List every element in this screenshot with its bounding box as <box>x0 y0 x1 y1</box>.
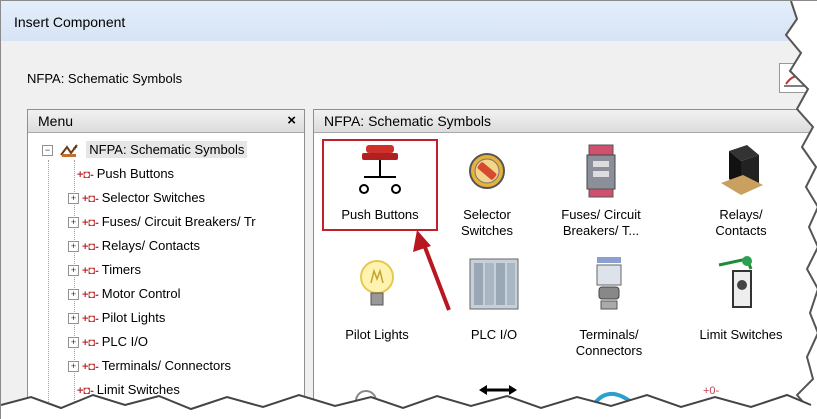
title-bar: Insert Component <box>1 1 817 41</box>
expand-icon[interactable]: + <box>68 361 79 373</box>
fuse-breaker-icon <box>586 144 616 198</box>
symbol-caption: PLC I/O <box>470 327 518 342</box>
close-icon[interactable]: × <box>287 112 296 129</box>
tree-guide-line <box>48 160 49 419</box>
symbol-caption: Fuses/ Circuit <box>561 207 641 222</box>
symbol-caption-line2: Connectors <box>575 343 643 358</box>
tree-item-label: Relays/ Contacts <box>101 238 200 253</box>
symbol-caption: Pilot Lights <box>345 327 409 342</box>
symbol-caption: Selector <box>463 207 511 222</box>
symbol-icon: +◘- <box>82 361 99 373</box>
motor-control-icon <box>355 390 377 412</box>
expand-icon[interactable]: + <box>68 241 79 253</box>
tree-item-label: Pilot Lights <box>101 310 166 325</box>
symbol-icon: +◘- <box>82 313 99 325</box>
relay-icon <box>721 145 763 195</box>
tree-root-label: NFPA: Schematic Symbols <box>86 141 248 158</box>
symbol-icon: +◘- <box>82 193 99 205</box>
tree-item-label: PLC I/O <box>101 334 148 349</box>
insert-component-dialog: Insert Component NFPA: Schematic Symbols… <box>0 0 817 419</box>
pilot-light-icon <box>360 260 394 306</box>
expand-icon[interactable]: + <box>68 337 79 349</box>
symbol-icon: +◘- <box>82 241 99 253</box>
tree-item-pilot-lights[interactable]: + +◘- Pilot Lights <box>68 310 165 328</box>
expand-icon[interactable]: + <box>68 265 79 277</box>
tree-item-fuses[interactable]: + +◘- Fuses/ Circuit Breakers/ Tr <box>68 214 256 232</box>
tree-item-motor-control[interactable]: + +◘- Motor Control <box>68 286 180 304</box>
expand-icon[interactable]: + <box>68 193 79 205</box>
schematic-library-icon: + <box>59 143 78 157</box>
tree-item-terminals[interactable]: + +◘- Terminals/ Connectors <box>68 358 231 376</box>
tree-item-label: Motor Control <box>101 286 181 301</box>
tree-item-label: Fuses/ Circuit Breakers/ Tr <box>101 214 256 229</box>
terminal-icon <box>596 257 622 310</box>
tree-item-plc-io[interactable]: + +◘- PLC I/O <box>68 334 148 352</box>
svg-text:+0-: +0- <box>703 385 720 397</box>
tree-item-label: Terminals/ Connectors <box>101 358 232 373</box>
selection-highlight <box>322 139 438 231</box>
symbol-icon: +◘- <box>77 169 94 181</box>
symbol-caption-line2: Contacts <box>715 223 767 238</box>
tree-item-timers[interactable]: + +◘- Timers <box>68 262 141 280</box>
symbol-icon: +◘- <box>82 217 99 229</box>
symbol-icon: +◘- <box>82 337 99 349</box>
tree-item-selector-switches[interactable]: + +◘- Selector Switches <box>68 190 205 208</box>
menu-header-label: Menu <box>38 113 74 129</box>
tree-item-label: Push Buttons <box>96 166 175 181</box>
next-row-symbols-partial: +0- <box>355 385 720 412</box>
svg-text:+: + <box>73 143 78 152</box>
tree-item-label: Selector Switches <box>101 190 206 205</box>
tree-item-relays[interactable]: + +◘- Relays/ Contacts <box>68 238 200 256</box>
tree-item-push-buttons[interactable]: +◘- Push Buttons <box>74 166 174 184</box>
preview-thumbnail-icon[interactable] <box>779 63 815 93</box>
expand-icon[interactable]: + <box>68 289 79 301</box>
symbol-icon: +◘- <box>82 265 99 277</box>
plc-io-icon <box>469 258 519 310</box>
symbol-icon: +◘- <box>77 385 94 397</box>
gauge-icon <box>591 392 633 408</box>
library-label: NFPA: Schematic Symbols <box>27 71 183 86</box>
collapse-icon[interactable]: − <box>42 145 53 157</box>
symbols-header-label: NFPA: Schematic Symbols <box>324 113 492 129</box>
menu-header: Menu × <box>28 110 304 133</box>
tree-item-label: Timers <box>101 262 141 277</box>
symbol-caption: Limit Switches <box>699 327 783 342</box>
annotation-arrow-icon <box>413 230 451 311</box>
symbol-caption-line2: Breakers/ T... <box>562 223 640 238</box>
symbol-icon: +◘- <box>82 289 99 301</box>
symbol-caption: Terminals/ <box>579 327 639 342</box>
tree-root-node[interactable]: − + NFPA: Schematic Symbols <box>42 141 248 160</box>
tree-item-label: Limit Switches <box>96 382 180 397</box>
symbols-header: NFPA: Schematic Symbols <box>314 110 817 133</box>
selector-switch-icon <box>469 153 505 189</box>
symbol-caption: Relays/ <box>719 207 763 222</box>
expand-icon[interactable]: + <box>68 313 79 325</box>
window-title: Insert Component <box>14 14 126 30</box>
tree-item-limit-switches[interactable]: +◘- Limit Switches <box>74 382 180 400</box>
expand-icon[interactable]: + <box>68 217 79 229</box>
menu-panel: Menu × − + NFPA: Schematic Symbols +◘- Pu… <box>27 109 305 419</box>
limit-switch-icon <box>718 256 753 308</box>
